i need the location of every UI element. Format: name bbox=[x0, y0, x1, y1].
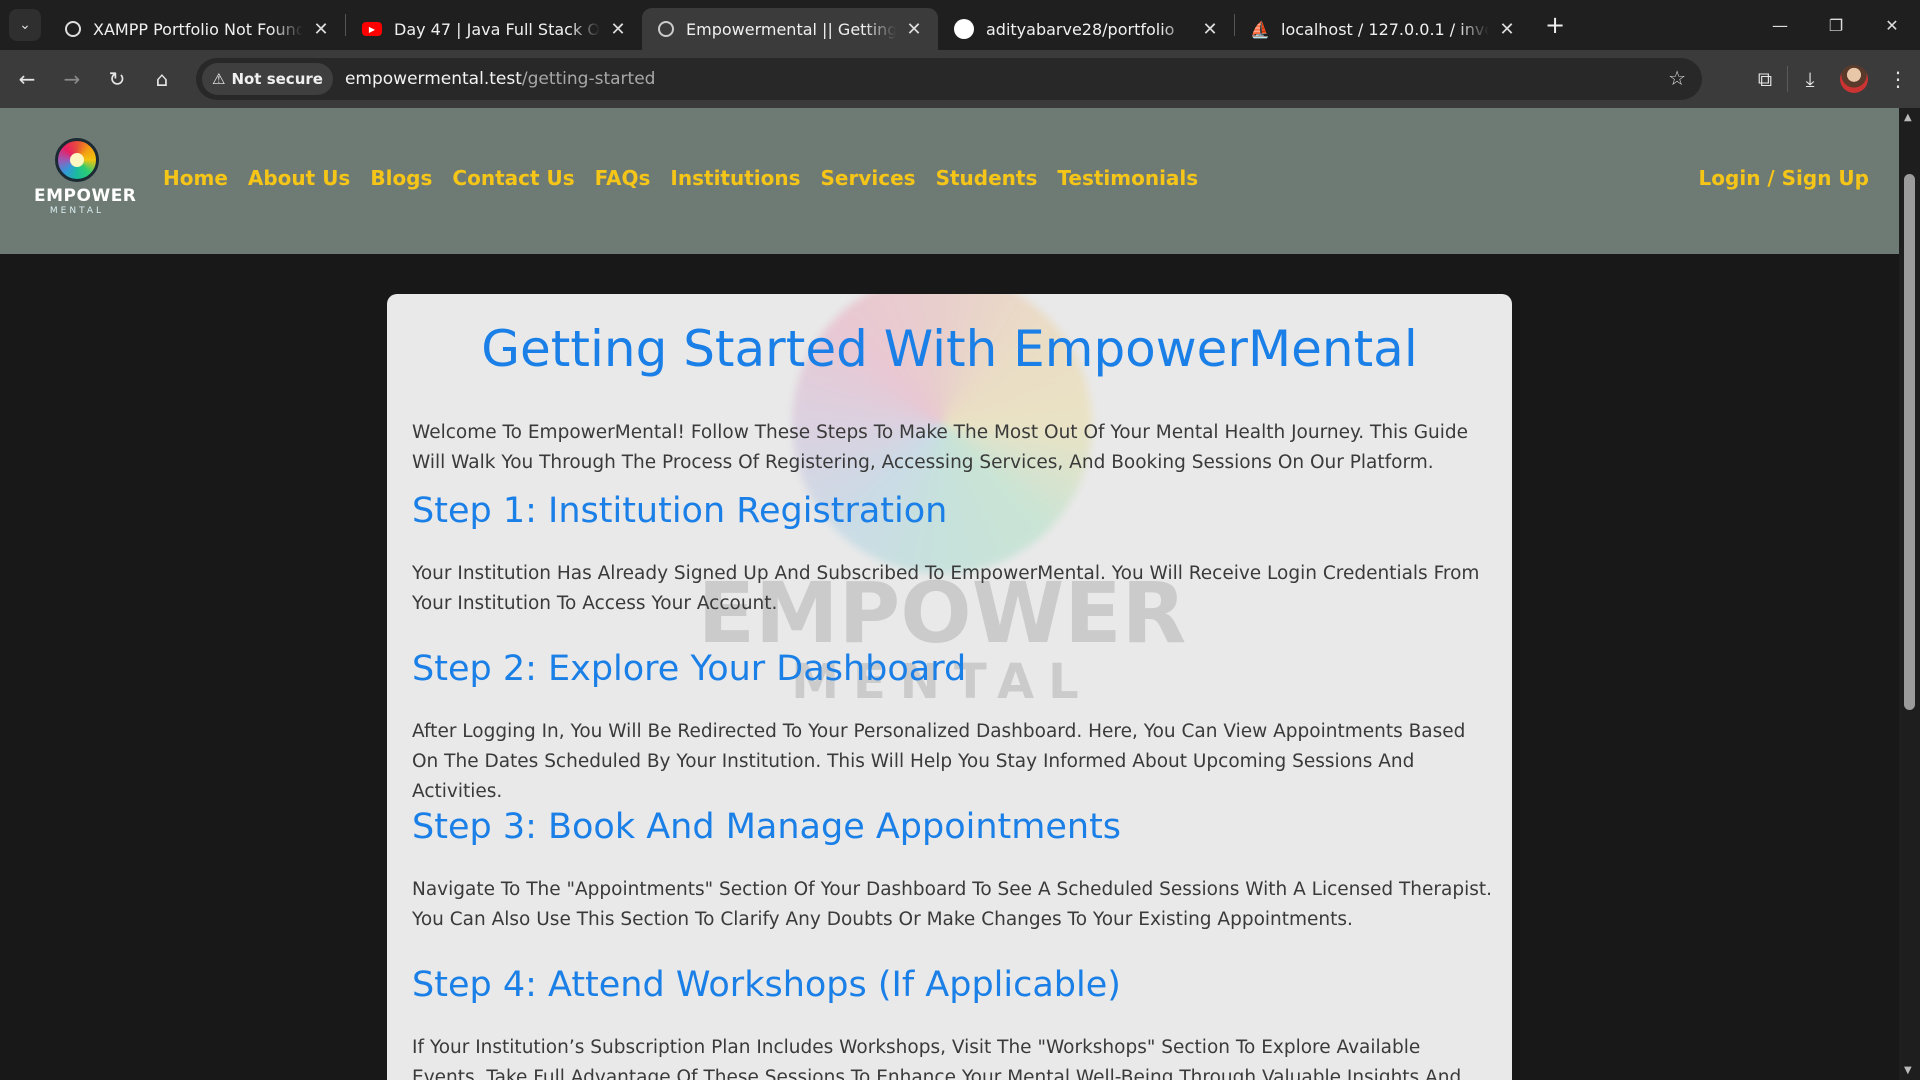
logo-wordmark: EMPOWER bbox=[34, 186, 137, 206]
bookmark-star-icon[interactable]: ☆ bbox=[1668, 66, 1686, 90]
reload-icon[interactable]: ↻ bbox=[99, 61, 135, 97]
nav-services[interactable]: Services bbox=[821, 166, 916, 190]
content-card: EMPOWER MENTAL Getting Started With Empo… bbox=[387, 294, 1512, 1080]
profile-avatar[interactable] bbox=[1840, 65, 1868, 93]
nav-contact-us[interactable]: Contact Us bbox=[452, 166, 574, 190]
tab-title: localhost / 127.0.0.1 / invoice_manageme… bbox=[1281, 19, 1489, 39]
security-label: Not secure bbox=[231, 70, 323, 88]
back-icon[interactable]: ← bbox=[9, 61, 45, 97]
page-viewport: EMPOWER MENTAL Home About Us Blogs Conta… bbox=[0, 108, 1899, 1080]
page-title: Getting Started With EmpowerMental bbox=[481, 320, 1418, 378]
globe-icon bbox=[658, 21, 674, 37]
close-tab-icon[interactable]: ✕ bbox=[904, 19, 924, 40]
extensions-icon[interactable]: ⧉ bbox=[1743, 57, 1787, 101]
tab-title: Day 47 | Java Full Stack Online Training bbox=[394, 19, 600, 39]
site-header: EMPOWER MENTAL Home About Us Blogs Conta… bbox=[0, 108, 1899, 254]
nav-testimonials[interactable]: Testimonials bbox=[1057, 166, 1198, 190]
close-tab-icon[interactable]: ✕ bbox=[1497, 19, 1517, 40]
nav-about-us[interactable]: About Us bbox=[248, 166, 350, 190]
close-tab-icon[interactable]: ✕ bbox=[1200, 19, 1220, 40]
home-icon[interactable]: ⌂ bbox=[144, 61, 180, 97]
url-text[interactable]: empowermental.test/getting-started bbox=[345, 69, 656, 89]
url-path: /getting-started bbox=[521, 69, 656, 89]
security-chip[interactable]: ⚠ Not secure bbox=[202, 63, 333, 95]
new-tab-button[interactable]: + bbox=[1537, 7, 1573, 43]
step-3-text: Navigate To The "Appointments" Section O… bbox=[412, 879, 1493, 930]
step-2-heading: Step 2: Explore Your Dashboard bbox=[412, 649, 967, 689]
forward-icon[interactable]: → bbox=[54, 61, 90, 97]
browser-toolbar: ← → ↻ ⌂ ⚠ Not secure empowermental.test/… bbox=[0, 50, 1920, 108]
address-bar[interactable]: ⚠ Not secure empowermental.test/getting-… bbox=[196, 58, 1702, 100]
chevron-down-icon: ⌄ bbox=[19, 17, 31, 33]
window-controls: — ❐ ✕ bbox=[1752, 0, 1920, 50]
scroll-thumb[interactable] bbox=[1904, 174, 1915, 710]
logo-subword: MENTAL bbox=[49, 206, 105, 216]
logo-flower-icon bbox=[55, 138, 99, 182]
step-2-text: After Logging In, You Will Be Redirected… bbox=[412, 721, 1466, 802]
nav-institutions[interactable]: Institutions bbox=[670, 166, 800, 190]
close-tab-icon[interactable]: ✕ bbox=[311, 19, 331, 40]
nav-blogs[interactable]: Blogs bbox=[370, 166, 432, 190]
warning-icon: ⚠ bbox=[212, 70, 226, 88]
tab-title: adityabarve28/portfolio bbox=[986, 19, 1175, 39]
page-scrollbar[interactable]: ▲ ▼ bbox=[1899, 108, 1920, 1080]
site-logo[interactable]: EMPOWER MENTAL bbox=[34, 138, 137, 220]
nav-faqs[interactable]: FAQs bbox=[595, 166, 651, 190]
step-1-heading: Step 1: Institution Registration bbox=[412, 491, 948, 531]
openai-icon bbox=[65, 21, 81, 37]
browser-tab[interactable]: ▶ Day 47 | Java Full Stack Online Traini… bbox=[346, 8, 642, 50]
main-nav: Home About Us Blogs Contact Us FAQs Inst… bbox=[163, 166, 1218, 190]
step-1-text: Your Institution Has Already Signed Up A… bbox=[412, 563, 1480, 614]
browser-tab[interactable]: XAMPP Portfolio Not Found ✕ bbox=[49, 8, 345, 50]
login-signup-link[interactable]: Login / Sign Up bbox=[1699, 166, 1869, 190]
restore-icon[interactable]: ❐ bbox=[1808, 0, 1864, 50]
browser-tab[interactable]: ⛵ localhost / 127.0.0.1 / invoice_manage… bbox=[1235, 8, 1531, 50]
minimize-icon[interactable]: — bbox=[1752, 0, 1808, 50]
tab-search-button[interactable]: ⌄ bbox=[9, 9, 41, 41]
scroll-up-icon[interactable]: ▲ bbox=[1904, 112, 1912, 123]
browser-tab-strip: ⌄ XAMPP Portfolio Not Found ✕ ▶ Day 47 |… bbox=[0, 0, 1920, 50]
intro-text: Welcome To EmpowerMental! Follow These S… bbox=[412, 422, 1469, 473]
close-window-icon[interactable]: ✕ bbox=[1864, 0, 1920, 50]
menu-kebab-icon[interactable]: ⋮ bbox=[1876, 57, 1920, 101]
browser-tab-active[interactable]: Empowermental || Getting Started ✕ bbox=[642, 8, 938, 50]
step-4-heading: Step 4: Attend Workshops (If Applicable) bbox=[412, 965, 1121, 1005]
scroll-down-icon[interactable]: ▼ bbox=[1904, 1065, 1912, 1076]
url-host: empowermental.test bbox=[344, 69, 522, 89]
close-tab-icon[interactable]: ✕ bbox=[608, 19, 628, 40]
phpmyadmin-icon: ⛵ bbox=[1250, 19, 1270, 39]
tab-title: Empowermental || Getting Started bbox=[686, 19, 896, 39]
nav-students[interactable]: Students bbox=[936, 166, 1038, 190]
youtube-icon: ▶ bbox=[362, 22, 382, 36]
step-4-text: If Your Institution’s Subscription Plan … bbox=[412, 1037, 1462, 1080]
step-3-heading: Step 3: Book And Manage Appointments bbox=[412, 807, 1122, 847]
tab-title: XAMPP Portfolio Not Found bbox=[93, 19, 303, 39]
browser-tab[interactable]: adityabarve28/portfolio ✕ bbox=[938, 8, 1234, 50]
tab-list: XAMPP Portfolio Not Found ✕ ▶ Day 47 | J… bbox=[49, 0, 1531, 50]
toolbar-actions: ⧉ ⤓ ⋮ bbox=[1743, 50, 1920, 108]
download-icon[interactable]: ⤓ bbox=[1788, 57, 1832, 101]
nav-home[interactable]: Home bbox=[163, 166, 228, 190]
github-icon bbox=[954, 19, 974, 39]
